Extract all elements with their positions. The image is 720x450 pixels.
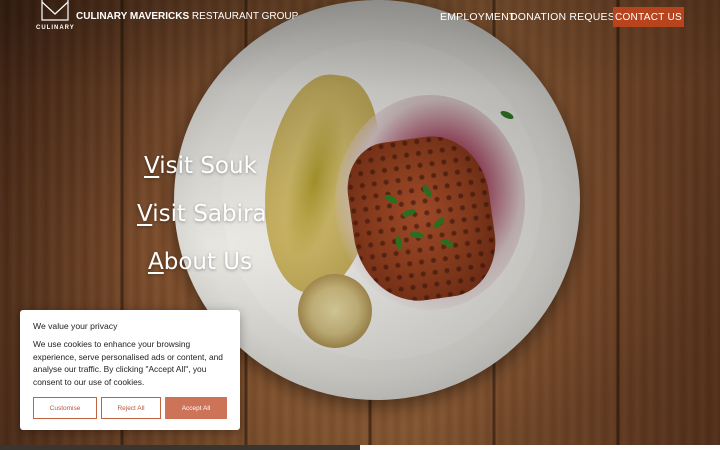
- visit-souk-link-initial: V: [144, 153, 160, 179]
- nav-employment[interactable]: EMPLOYMENT: [440, 11, 516, 23]
- nav-donation-requests[interactable]: DONATION REQUESTS: [510, 11, 629, 23]
- about-us-link[interactable]: About Us: [148, 249, 252, 275]
- customise-button[interactable]: Customise: [33, 397, 97, 419]
- site-header: CULINARY CULINARY MAVERICKS RESTAURANT G…: [0, 0, 720, 36]
- culinary-mavericks-logo-icon[interactable]: [40, 0, 70, 22]
- about-us-link-text: bout Us: [163, 249, 253, 275]
- visit-souk-link-text: isit Souk: [159, 153, 257, 179]
- logo-wordmark: CULINARY: [36, 25, 75, 31]
- brand-name[interactable]: CULINARY MAVERICKS RESTAURANT GROUP: [76, 11, 298, 22]
- contact-us-button[interactable]: CONTACT US: [613, 7, 684, 27]
- next-section-image: [0, 445, 360, 450]
- visit-sabira-link-initial: V: [137, 201, 153, 227]
- visit-souk-link[interactable]: Visit Souk: [144, 153, 257, 179]
- visit-sabira-link[interactable]: Visit Sabira: [137, 201, 267, 227]
- brand-name-rest: RESTAURANT GROUP: [189, 11, 299, 22]
- cookie-title: We value your privacy: [33, 321, 118, 331]
- next-section-panel: [360, 445, 720, 450]
- about-us-link-initial: A: [148, 249, 164, 275]
- reject-all-button[interactable]: Reject All: [101, 397, 161, 419]
- visit-sabira-link-text: isit Sabira: [152, 201, 267, 227]
- cookie-consent-dialog: We value your privacy We use cookies to …: [20, 310, 240, 430]
- accept-all-button[interactable]: Accept All: [165, 397, 227, 419]
- cookie-message: We use cookies to enhance your browsing …: [33, 339, 223, 388]
- brand-name-bold: CULINARY MAVERICKS: [76, 11, 190, 22]
